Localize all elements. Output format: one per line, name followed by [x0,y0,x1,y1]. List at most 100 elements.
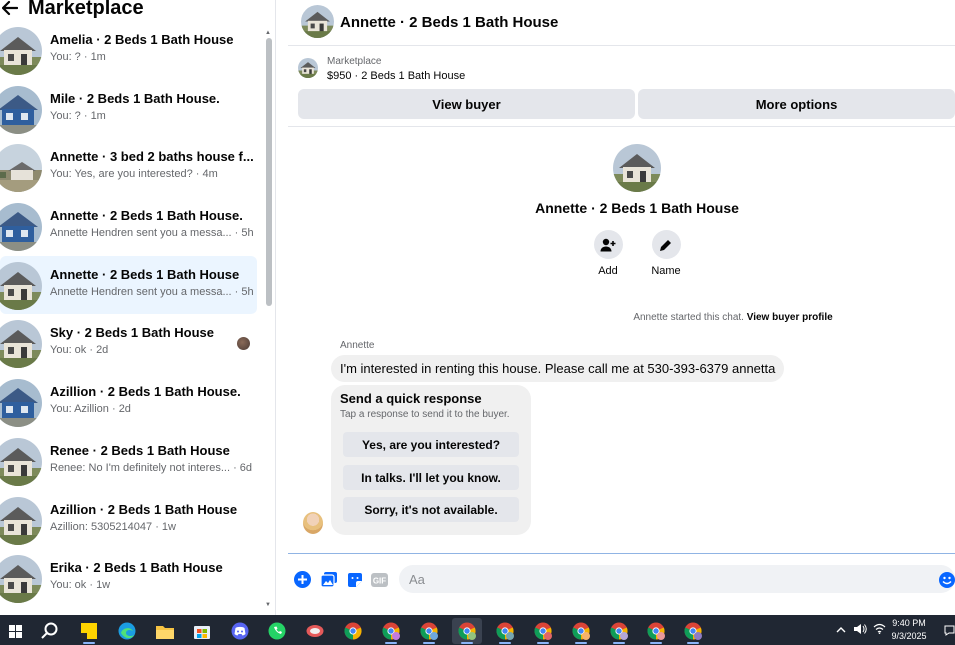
chrome-profile-icon[interactable] [414,618,444,644]
sidebar-header: Marketplace [0,0,144,22]
chrome-profile-icon-active[interactable] [452,618,482,644]
conversation-preview: You: Yes, are you interested? · 4m [50,168,218,181]
taskbar-clock[interactable]: 9:40 PM 9/3/2025 [880,617,938,643]
conversation-title: Annette · 2 Beds 1 Bath House [50,266,240,282]
profile-avatar [613,144,661,192]
quick-response-card: Send a quick response Tap a response to … [331,385,531,535]
conversation-item[interactable]: Annette · 2 Beds 1 Bath House. Annette H… [0,197,262,256]
microsoft-store-icon[interactable] [187,618,217,644]
chrome-profile-icon[interactable] [376,618,406,644]
quick-response-title: Send a quick response [340,391,482,406]
conversation-preview: You: ? · 1m [50,109,106,122]
conversation-preview: You: Azillion · 2d [50,403,131,416]
quick-response-in-talks-button[interactable]: In talks. I'll let you know. [343,465,519,490]
chat-panel: Annette · 2 Beds 1 Bath House Marketplac… [288,0,955,604]
view-buyer-profile-link[interactable]: View buyer profile [747,312,833,323]
listing-thumbnail [0,27,42,75]
discord-icon[interactable] [225,618,255,644]
photo-icon[interactable] [320,571,337,588]
conversation-item[interactable]: Amelia · 2 Beds 1 Bath House You: ? · 1m [0,21,262,80]
sticky-notes-icon[interactable] [74,618,104,644]
quick-response-yes-button[interactable]: Yes, are you interested? [343,432,519,457]
chrome-profile-icon[interactable] [528,618,558,644]
svg-text:GIF: GIF [373,576,386,585]
notification-icon[interactable] [944,615,955,645]
conversation-title: Renee · 2 Beds 1 Bath House [50,442,230,458]
chrome-profile-icon[interactable] [678,618,708,644]
listing-thumbnail [0,86,42,134]
chat-started-note: Annette started this chat. View buyer pr… [288,312,955,323]
sidebar-title: Marketplace [28,0,144,19]
chat-started-text: Annette started this chat. [633,312,744,323]
view-buyer-button[interactable]: View buyer [298,89,635,119]
whatsapp-icon[interactable] [262,618,292,644]
chrome-profile-icon[interactable] [490,618,520,644]
conversation-item[interactable]: Azillion · 2 Beds 1 Bath House Azillion:… [0,491,262,550]
scrollbar-thumb[interactable] [266,38,272,306]
conversation-title: Mile · 2 Beds 1 Bath House. [50,90,220,106]
conversation-preview: Annette Hendren sent you a messa... · 5h [50,285,254,298]
chrome-profile-icon[interactable] [641,618,671,644]
sidebar: Marketplace Amelia · 2 Beds 1 Bath House… [0,0,276,615]
gif-icon[interactable]: GIF [371,571,388,588]
conversation-title: Annette · 2 Beds 1 Bath House. [50,208,243,224]
edge-browser-icon[interactable] [112,618,142,644]
conversation-item[interactable]: Mile · 2 Beds 1 Bath House. You: ? · 1m [0,80,262,139]
listing-thumbnail [0,203,42,251]
listing-thumbnail [0,438,42,486]
add-person-icon[interactable] [593,230,623,259]
clock-time: 9:40 PM [892,618,926,628]
clock-date: 9/3/2025 [891,631,927,641]
chevron-up-icon[interactable] [836,625,846,636]
system-tray [836,615,886,645]
plus-icon[interactable] [294,571,311,588]
pencil-icon[interactable] [651,230,681,259]
conversation-title: Annette · 3 bed 2 baths house f... [50,149,254,165]
conversation-preview: Renee: No I'm definitely not interes... … [50,461,253,474]
scroll-down-icon[interactable]: ▼ [265,602,271,608]
conversation-preview: You: ok · 2d [50,344,109,357]
sidebar-scrollbar[interactable]: ▲ ▼ [264,30,273,615]
chrome-profile-icon[interactable] [566,618,596,644]
conversation-item-active[interactable]: Annette · 2 Beds 1 Bath House Annette He… [0,255,257,315]
message-sender-name: Annette [340,340,375,351]
windows-start-icon[interactable] [0,618,30,644]
conversation-item[interactable]: Renee · 2 Beds 1 Bath House Renee: No I'… [0,432,262,491]
listing-thumbnail [0,497,42,545]
back-arrow-icon[interactable] [0,0,20,18]
listing-thumbnail [0,320,42,368]
conversation-title: Erika · 2 Beds 1 Bath House [50,560,223,576]
sticker-icon[interactable] [346,571,363,588]
file-explorer-icon[interactable] [150,618,180,644]
app-icon[interactable] [300,618,330,644]
message-bubble: I'm interested in renting this house. Pl… [331,355,785,382]
conversation-item[interactable]: Sky · 2 Beds 1 Bath House You: ok · 2d [0,314,262,373]
chat-header: Annette · 2 Beds 1 Bath House [288,0,955,46]
add-action[interactable]: Add [583,230,633,277]
chat-title[interactable]: Annette · 2 Beds 1 Bath House [340,14,558,31]
more-options-button[interactable]: More options [638,89,955,119]
name-label: Name [651,265,681,277]
conversation-list: Amelia · 2 Beds 1 Bath House You: ? · 1m… [0,21,262,608]
windows-taskbar: 9:40 PM 9/3/2025 [0,615,955,645]
listing-bar: Marketplace $950 · 2 Beds 1 Bath House V… [288,47,955,127]
conversation-title: Azillion · 2 Beds 1 Bath House. [50,384,241,400]
conversation-item[interactable]: Annette · 3 bed 2 baths house f... You: … [0,138,262,197]
name-action[interactable]: Name [641,230,691,277]
scroll-up-icon[interactable]: ▲ [265,30,271,36]
chat-avatar[interactable] [301,5,334,38]
sender-avatar [303,512,323,534]
message-composer: GIF [288,553,955,603]
message-input[interactable] [399,565,955,593]
listing-price-title[interactable]: $950 · 2 Beds 1 Bath House [327,70,465,82]
conversation-item[interactable]: Azillion · 2 Beds 1 Bath House. You: Azi… [0,373,262,432]
conversation-preview: Annette Hendren sent you a messa... · 5h [50,227,254,240]
search-icon[interactable] [35,618,65,644]
chrome-icon[interactable] [338,618,368,644]
quick-response-not-available-button[interactable]: Sorry, it's not available. [343,497,519,522]
volume-icon[interactable] [853,623,867,638]
emoji-icon[interactable] [939,572,955,588]
chrome-profile-icon[interactable] [604,618,634,644]
conversation-item[interactable]: Erika · 2 Beds 1 Bath House You: ok · 1w [0,549,262,608]
conversation-preview: Azillion: 5305214047 · 1w [50,520,176,533]
